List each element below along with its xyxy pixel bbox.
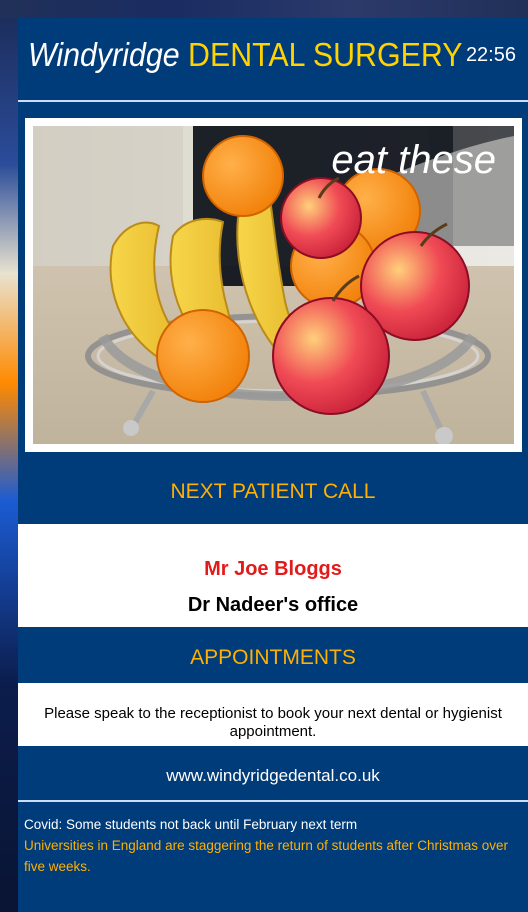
header-divider: [18, 100, 528, 102]
header: Windyridge DENTAL SURGERY 22:56: [18, 18, 528, 100]
signage-panel: Windyridge DENTAL SURGERY 22:56 eat thes…: [18, 18, 528, 912]
background-top-edge: [0, 0, 528, 18]
patient-name: Mr Joe Bloggs: [204, 558, 342, 580]
patient-room: Dr Nadeer's office: [187, 594, 359, 616]
ticker-headline: Covid: Some students not back until Febr…: [24, 817, 358, 832]
background-left-edge: [0, 0, 18, 912]
brand-italic: Windyridge: [28, 36, 180, 73]
fruit-bowl-photo: eat these: [33, 126, 514, 444]
appointments-title: APPOINTMENTS: [190, 646, 356, 669]
brand-title: Windyridge DENTAL SURGERY: [28, 36, 462, 74]
hero-overlay-text: eat these: [331, 138, 496, 182]
hero-image-frame: eat these: [25, 118, 522, 452]
news-ticker: Covid: Some students not back until Febr…: [24, 814, 524, 877]
clock: 22:56: [465, 44, 516, 66]
website-url: www.windyridgedental.co.uk: [166, 766, 380, 785]
ticker-detail: Universities in England are staggering t…: [24, 838, 508, 874]
appointments-box: Please speak to the receptionist to book…: [18, 683, 528, 746]
appointments-text: Please speak to the receptionist to book…: [44, 705, 502, 740]
footer-divider: [18, 800, 528, 802]
next-patient-call-title: NEXT PATIENT CALL: [170, 480, 376, 503]
next-patient-call-box: Mr Joe Bloggs Dr Nadeer's office: [18, 524, 528, 627]
brand-caps: DENTAL SURGERY: [188, 36, 463, 73]
